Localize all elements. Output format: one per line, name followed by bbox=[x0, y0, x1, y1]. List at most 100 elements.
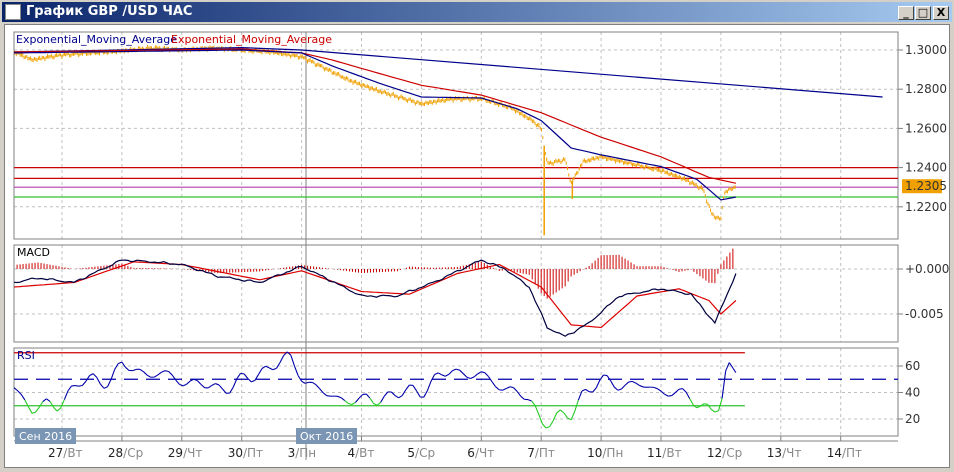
rsi-segment bbox=[502, 387, 507, 391]
rsi-segment bbox=[728, 362, 734, 369]
rsi-segment bbox=[279, 355, 285, 363]
rsi-segment bbox=[621, 384, 626, 390]
rsi-segment bbox=[513, 387, 518, 392]
rsi-segment bbox=[236, 373, 241, 379]
rsi-segment bbox=[268, 367, 274, 371]
rsi-segment bbox=[196, 380, 202, 385]
weekday: /Пн bbox=[295, 446, 316, 460]
chart-svg[interactable]: Exponential_Moving_Average Exponential_M… bbox=[0, 0, 954, 472]
y-tick-label: -0.005 bbox=[905, 307, 944, 321]
weekday: /Чт bbox=[475, 446, 494, 460]
rsi-segment bbox=[668, 395, 672, 397]
rsi-segment bbox=[315, 384, 320, 389]
rsi-segment bbox=[168, 371, 173, 376]
rsi-segment bbox=[541, 423, 547, 429]
day-number: 12 bbox=[707, 446, 722, 460]
rsi-segment bbox=[470, 376, 475, 379]
rsi-segment bbox=[157, 371, 162, 376]
rsi-segment bbox=[118, 361, 123, 364]
rsi-segment bbox=[20, 394, 26, 401]
rsi-segment bbox=[146, 374, 151, 378]
rsi-segment bbox=[355, 397, 360, 403]
rsi-segment bbox=[301, 380, 306, 384]
weekday: /Чт bbox=[183, 446, 202, 460]
day-number: 27 bbox=[48, 446, 63, 460]
rsi-segment bbox=[549, 420, 554, 427]
rsi-segment bbox=[445, 373, 450, 377]
rsi-segment bbox=[125, 366, 130, 371]
weekday: /Ср bbox=[415, 446, 435, 460]
rsi-segment bbox=[365, 393, 371, 399]
rsi-segment bbox=[56, 407, 62, 412]
rsi-segment bbox=[75, 385, 79, 387]
day-number: 14 bbox=[827, 446, 842, 460]
rsi-segment bbox=[689, 398, 694, 406]
rsi-segment bbox=[53, 407, 58, 412]
rsi-segment bbox=[272, 367, 277, 371]
day-label: 29/Чт bbox=[168, 446, 203, 460]
rsi-segment bbox=[121, 361, 126, 368]
rsi-segment bbox=[732, 367, 737, 373]
rsi-label: RSI bbox=[17, 349, 35, 362]
y-tick-label: 1.3000 bbox=[905, 43, 947, 57]
rsi-segment bbox=[31, 411, 36, 414]
rsi-segment bbox=[337, 395, 342, 399]
day-label: 12/Ср bbox=[707, 446, 742, 460]
rsi-segment bbox=[13, 387, 19, 392]
rsi-segment bbox=[657, 388, 662, 392]
rsi-segment bbox=[380, 395, 385, 403]
rsi-segment bbox=[322, 392, 328, 397]
rsi-segment bbox=[344, 400, 349, 404]
y-tick-label: 1.2800 bbox=[905, 82, 947, 96]
day-number: 5 bbox=[407, 446, 415, 460]
rsi-segment bbox=[484, 372, 489, 377]
rsi-segment bbox=[477, 371, 482, 375]
rsi-segment bbox=[599, 374, 604, 381]
rsi-segment bbox=[373, 402, 378, 406]
rsi-segment bbox=[35, 406, 40, 413]
day-label: 5/Ср bbox=[407, 446, 435, 460]
rsi-segment bbox=[293, 365, 299, 376]
rsi-segment bbox=[49, 401, 55, 408]
rsi-segment bbox=[85, 375, 91, 382]
day-number: 3 bbox=[288, 446, 296, 460]
y-tick-label: 60 bbox=[905, 359, 920, 373]
rsi-segment bbox=[717, 398, 723, 411]
rsi-segment bbox=[466, 376, 471, 380]
rsi-segment bbox=[462, 373, 468, 378]
rsi-segment bbox=[613, 386, 619, 391]
rsi-segment bbox=[534, 405, 540, 415]
rsi-segment bbox=[186, 380, 191, 385]
month-label: Сен 2016 bbox=[19, 430, 72, 443]
rsi-segment bbox=[603, 374, 608, 377]
rsi-segment bbox=[678, 388, 683, 390]
rsi-segment bbox=[714, 410, 719, 413]
day-number: 28 bbox=[108, 446, 123, 460]
weekday: /Ср bbox=[123, 446, 143, 460]
rsi-segment bbox=[161, 370, 166, 373]
rsi-segment bbox=[682, 388, 687, 393]
rsi-segment bbox=[103, 386, 108, 389]
rsi-segment bbox=[179, 383, 184, 387]
rsi-segment bbox=[452, 368, 457, 372]
weekday: /Вт bbox=[355, 446, 374, 460]
day-label: 4/Вт bbox=[348, 446, 375, 460]
rsi-segment bbox=[261, 365, 266, 369]
rsi-segment bbox=[243, 373, 249, 379]
rsi-segment bbox=[412, 385, 418, 392]
y-tick-label: 1.2400 bbox=[905, 161, 947, 175]
rsi-segment bbox=[92, 373, 98, 378]
y-tick-label: 20 bbox=[905, 412, 920, 426]
rsi-segment bbox=[78, 384, 83, 387]
day-number: 7 bbox=[527, 446, 535, 460]
rsi-segment bbox=[595, 379, 601, 388]
rsi-segment bbox=[290, 355, 295, 366]
rsi-segment bbox=[581, 388, 586, 392]
legend-ema-red: Exponential_Moving_Average bbox=[171, 33, 332, 46]
macd-panel[interactable] bbox=[13, 244, 899, 343]
y-tick-label: 40 bbox=[905, 386, 920, 400]
rsi-segment bbox=[710, 409, 716, 413]
rsi-segment bbox=[509, 386, 514, 389]
day-label: 30/Пт bbox=[228, 446, 263, 460]
rsi-segment bbox=[211, 383, 216, 386]
